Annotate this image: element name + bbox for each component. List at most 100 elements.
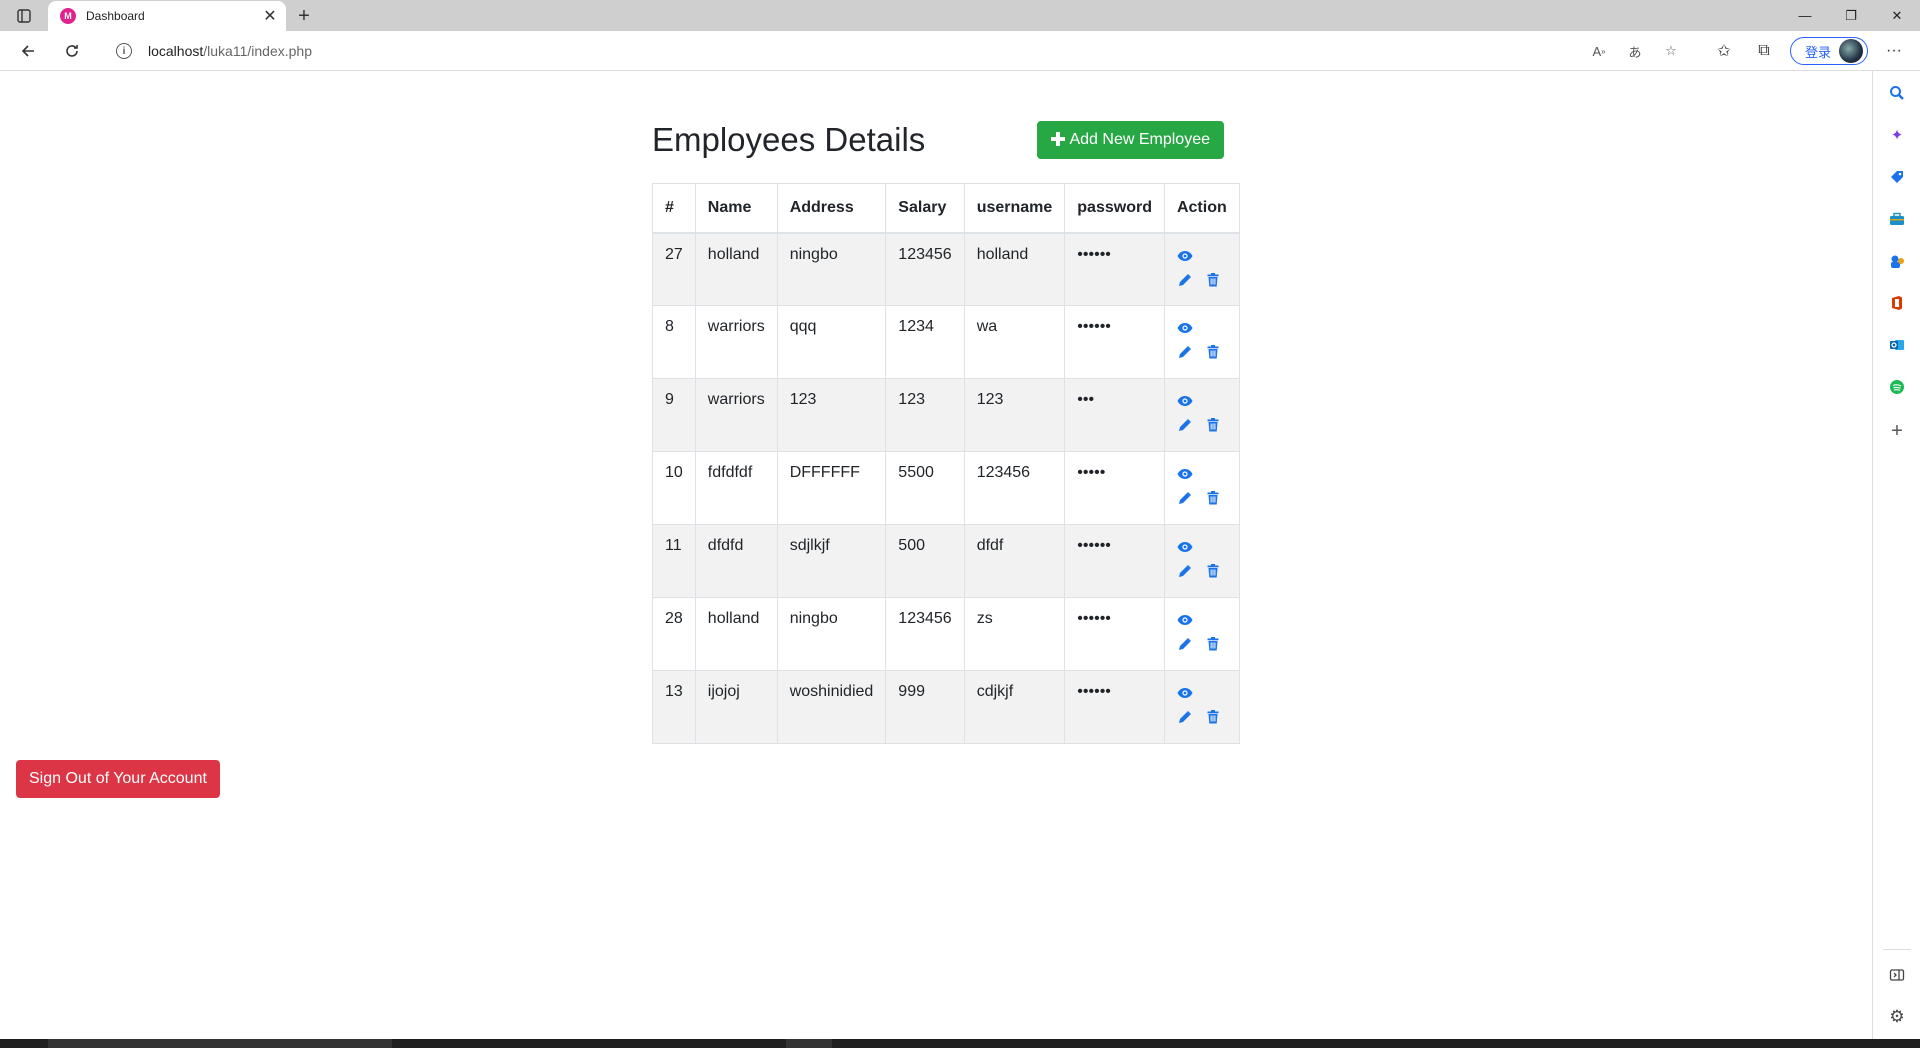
trash-icon[interactable] bbox=[1205, 490, 1221, 506]
window-controls: — ❐ ✕ bbox=[1782, 0, 1920, 31]
games-icon[interactable] bbox=[1885, 249, 1909, 273]
eye-icon[interactable] bbox=[1177, 393, 1193, 409]
pencil-icon[interactable] bbox=[1177, 344, 1193, 360]
cell-address: sdjlkjf bbox=[776, 524, 887, 598]
cell-salary: 1234 bbox=[885, 305, 965, 379]
cell-name: holland bbox=[694, 597, 778, 671]
sign-out-button[interactable]: Sign Out of Your Account bbox=[16, 760, 220, 798]
pencil-icon[interactable] bbox=[1177, 490, 1193, 506]
table-row: 10 fdfdfdf DFFFFFF 5500 123456 ••••• bbox=[652, 451, 1240, 525]
trash-icon[interactable] bbox=[1205, 344, 1221, 360]
cell-address: ningbo bbox=[776, 597, 887, 671]
employees-table-body: 27 holland ningbo 123456 holland •••••• 8 warri… bbox=[652, 232, 1240, 744]
trash-icon[interactable] bbox=[1205, 272, 1221, 288]
restore-icon[interactable]: ❐ bbox=[1828, 0, 1874, 31]
trash-icon[interactable] bbox=[1205, 417, 1221, 433]
plus-icon bbox=[1051, 130, 1066, 151]
hide-sidebar-icon[interactable] bbox=[1885, 963, 1909, 987]
cell-actions bbox=[1163, 670, 1240, 744]
search-icon[interactable] bbox=[1885, 81, 1909, 105]
tab-actions-icon[interactable] bbox=[10, 6, 38, 26]
cell-name: dfdfd bbox=[694, 524, 778, 598]
close-window-icon[interactable]: ✕ bbox=[1874, 0, 1920, 31]
add-new-employee-label: Add New Employee bbox=[1069, 131, 1210, 148]
cell-name: warriors bbox=[694, 378, 778, 452]
outlook-icon[interactable] bbox=[1885, 333, 1909, 357]
eye-icon[interactable] bbox=[1177, 320, 1193, 336]
url-path: /luka11/index.php bbox=[203, 43, 312, 59]
collections-icon[interactable]: ⧉ bbox=[1746, 37, 1782, 65]
trash-icon[interactable] bbox=[1205, 709, 1221, 725]
trash-icon[interactable] bbox=[1205, 636, 1221, 652]
cell-name: holland bbox=[694, 232, 778, 306]
spotify-icon[interactable] bbox=[1885, 375, 1909, 399]
cell-username: holland bbox=[963, 232, 1066, 306]
address-bar[interactable]: i localhost/luka11/index.php A» あ ☆ bbox=[100, 36, 1692, 66]
browser-tabbar: M Dashboard ✕ + — ❐ ✕ bbox=[0, 0, 1920, 31]
shopping-tag-icon[interactable] bbox=[1885, 165, 1909, 189]
eye-icon[interactable] bbox=[1177, 539, 1193, 555]
cell-id: 8 bbox=[652, 305, 696, 379]
tools-briefcase-icon[interactable] bbox=[1885, 207, 1909, 231]
site-info-icon[interactable]: i bbox=[116, 43, 132, 59]
close-tab-icon[interactable]: ✕ bbox=[260, 6, 280, 26]
cell-id: 27 bbox=[652, 232, 696, 306]
employees-table: # Name Address Salary username password … bbox=[652, 183, 1240, 744]
pencil-icon[interactable] bbox=[1177, 709, 1193, 725]
cell-address: woshinidied bbox=[776, 670, 887, 744]
eye-icon[interactable] bbox=[1177, 248, 1193, 264]
cell-actions bbox=[1163, 378, 1240, 452]
sign-out-label: Sign Out of Your Account bbox=[29, 770, 207, 787]
table-row: 13 ijojoj woshinidied 999 cdjkjf •••••• bbox=[652, 670, 1240, 744]
back-arrow-icon[interactable] bbox=[14, 38, 42, 64]
page-viewport: Employees Details Add New Employee # Nam… bbox=[0, 71, 1872, 1039]
cell-id: 13 bbox=[652, 670, 696, 744]
employees-container: Employees Details Add New Employee # Nam… bbox=[652, 119, 1240, 744]
cell-username: zs bbox=[963, 597, 1066, 671]
add-new-employee-button[interactable]: Add New Employee bbox=[1037, 121, 1224, 159]
trash-icon[interactable] bbox=[1205, 563, 1221, 579]
os-taskbar bbox=[0, 1039, 1920, 1048]
cell-address: 123 bbox=[776, 378, 887, 452]
cell-id: 11 bbox=[652, 524, 696, 598]
new-tab-icon[interactable]: + bbox=[292, 4, 316, 28]
pencil-icon[interactable] bbox=[1177, 272, 1193, 288]
more-menu-icon[interactable]: ··· bbox=[1876, 37, 1912, 65]
profile-login-button[interactable]: 登录 bbox=[1789, 37, 1868, 65]
cell-address: ningbo bbox=[776, 232, 887, 306]
office-icon[interactable] bbox=[1885, 291, 1909, 315]
header-id: # bbox=[652, 183, 696, 234]
eye-icon[interactable] bbox=[1177, 612, 1193, 628]
favorites-icon[interactable]: ✩ bbox=[1706, 37, 1742, 65]
add-sidebar-app-icon[interactable]: + bbox=[1885, 419, 1909, 443]
add-favorite-icon[interactable]: ☆ bbox=[1656, 39, 1686, 63]
read-aloud-icon[interactable]: A» bbox=[1584, 39, 1614, 63]
eye-icon[interactable] bbox=[1177, 685, 1193, 701]
cell-salary: 123456 bbox=[885, 232, 965, 306]
eye-icon[interactable] bbox=[1177, 466, 1193, 482]
cell-name: ijojoj bbox=[694, 670, 778, 744]
refresh-icon[interactable] bbox=[58, 38, 86, 64]
browser-tab-dashboard[interactable]: M Dashboard ✕ bbox=[48, 1, 286, 31]
cell-id: 10 bbox=[652, 451, 696, 525]
cell-password: •••••• bbox=[1064, 232, 1165, 306]
translate-icon[interactable]: あ bbox=[1620, 39, 1650, 63]
pencil-icon[interactable] bbox=[1177, 636, 1193, 652]
copilot-sparkle-icon[interactable]: ✦ bbox=[1885, 123, 1909, 147]
cell-salary: 123456 bbox=[885, 597, 965, 671]
settings-gear-icon[interactable]: ⚙ bbox=[1885, 1005, 1909, 1029]
pencil-icon[interactable] bbox=[1177, 417, 1193, 433]
tab-title: Dashboard bbox=[86, 9, 145, 23]
sidebar-divider bbox=[1883, 949, 1911, 950]
page-title: Employees Details bbox=[652, 121, 926, 158]
table-header-row: # Name Address Salary username password … bbox=[652, 183, 1240, 234]
minimize-icon[interactable]: — bbox=[1782, 0, 1828, 31]
header-password: password bbox=[1064, 183, 1165, 234]
cell-address: DFFFFFF bbox=[776, 451, 887, 525]
cell-username: dfdf bbox=[963, 524, 1066, 598]
pencil-icon[interactable] bbox=[1177, 563, 1193, 579]
table-row: 27 holland ningbo 123456 holland •••••• bbox=[652, 232, 1240, 306]
header-action: Action bbox=[1163, 183, 1240, 234]
cell-id: 28 bbox=[652, 597, 696, 671]
cell-password: ••••• bbox=[1064, 451, 1165, 525]
